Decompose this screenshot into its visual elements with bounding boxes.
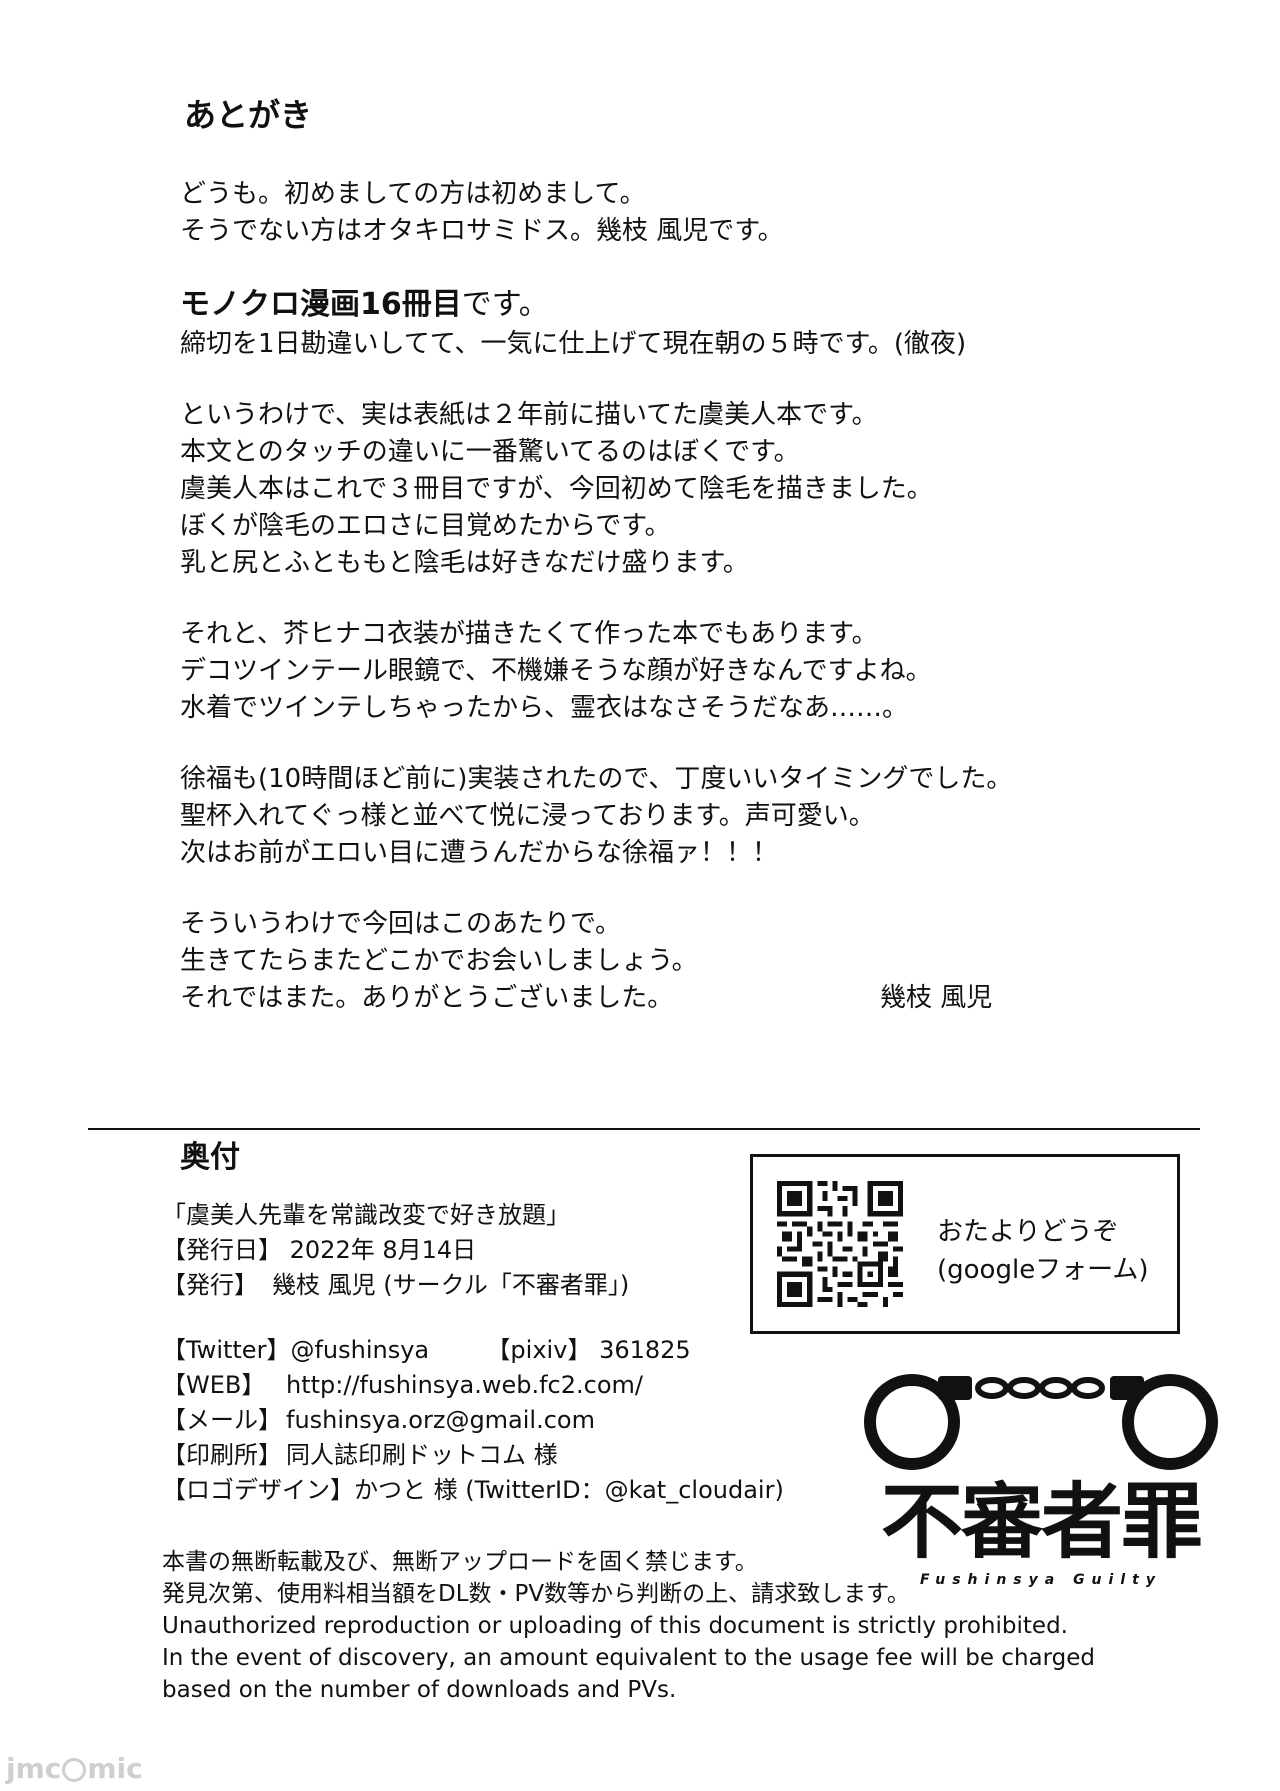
afterword-paragraph-cover: というわけで、実は表紙は２年前に描いてた虞美人本です。 本文とのタッチの違いに一… xyxy=(180,397,1040,582)
afterword-line: そういうわけで今回はこのあたりで。 xyxy=(180,909,621,939)
author-signature: 幾枝 風児 xyxy=(880,983,993,1013)
afterword-line: 生きてたらまたどこかでお会いしましょう。 xyxy=(180,946,698,976)
site-watermark: jmc mic xyxy=(6,1752,143,1785)
contact-box: おたよりどうぞ (googleフォーム) xyxy=(750,1154,1180,1334)
afterword-line: それと、芥ヒナコ衣装が描きたくて作った本でもあります。 xyxy=(180,619,878,649)
notice-line-english: based on the number of downloads and PVs… xyxy=(162,1677,677,1703)
watermark-ring-icon xyxy=(62,1758,87,1782)
afterword-line: 徐福も(10時間ほど前に)実装されたので、丁度いいタイミングでした。 xyxy=(180,764,1013,794)
copyright-notice: 本書の無断転載及び、無断アップロードを固く禁じます。 発見次第、使用料相当額をD… xyxy=(162,1546,1222,1706)
publish-date-value: 2022年 8月14日 xyxy=(289,1236,477,1264)
afterword-paragraph-closing: そういうわけで今回はこのあたりで。 生きてたらまたどこかでお会いしましょう。 そ… xyxy=(180,906,1040,1017)
web-url: http://fushinsya.web.fc2.com/ xyxy=(286,1371,643,1399)
colophon-info: 「虞美人先輩を常識改変で好き放題」 【発行日】 2022年 8月14日 【発行】… xyxy=(162,1198,822,1508)
contact-text: おたよりどうぞ (googleフォーム) xyxy=(937,1213,1167,1289)
afterword-line: というわけで、実は表紙は２年前に描いてた虞美人本です。 xyxy=(180,400,878,430)
notice-line: 発見次第、使用料相当額をDL数・PV数等から判断の上、請求致します。 xyxy=(162,1581,910,1607)
email: 【メール】 fushinsya.orz@gmail.com xyxy=(162,1403,822,1438)
afterword-line: デコツインテール眼鏡で、不機嫌そうな顔が好きなんですよね。 xyxy=(180,656,932,686)
website: 【WEB】 http://fushinsya.web.fc2.com/ xyxy=(162,1368,822,1403)
notice-line: 本書の無断転載及び、無断アップロードを固く禁じます。 xyxy=(162,1549,758,1575)
twitter-handle: @fushinsya xyxy=(290,1336,430,1364)
logo-design-value: かつと 様 (TwitterID：@kat_cloudair) xyxy=(354,1476,784,1504)
section-divider xyxy=(88,1128,1200,1130)
print-value: 同人誌印刷ドットコム 様 xyxy=(286,1441,558,1469)
afterword-line: 次はお前がエロい目に遭うんだからな徐福ァ！！！ xyxy=(180,838,779,868)
contact-line: おたよりどうぞ xyxy=(937,1217,1119,1247)
pixiv-id: 361825 xyxy=(599,1336,691,1364)
notice-line-english: Unauthorized reproduction or uploading o… xyxy=(162,1613,1068,1639)
afterword-emphasis-strong: モノクロ漫画16冊目 xyxy=(180,287,462,322)
qr-code-icon[interactable] xyxy=(777,1181,903,1307)
book-title: 「虞美人先輩を常識改変で好き放題」 xyxy=(162,1201,570,1229)
mail-address: fushinsya.orz@gmail.com xyxy=(286,1406,595,1434)
afterword-line: 虞美人本はこれで３冊目ですが、今回初めて陰毛を描きました。 xyxy=(180,474,933,504)
publish-date-label: 【発行日】 xyxy=(162,1236,282,1264)
afterword-emphasis-rest: です。 xyxy=(461,287,549,322)
web-label: 【WEB】 xyxy=(162,1371,266,1399)
watermark-right: mic xyxy=(87,1752,143,1785)
afterword-title: あとがき xyxy=(184,96,313,134)
watermark-left: jmc xyxy=(6,1752,62,1785)
mail-label: 【メール】 xyxy=(162,1406,282,1434)
afterword-line: 水着でツインテしちゃったから、霊衣はなさそうだなあ……。 xyxy=(180,693,909,723)
afterword-line: 本文とのタッチの違いに一番驚いてるのはぼくです。 xyxy=(180,437,800,467)
afterword-paragraph-greeting: どうも。初めましての方は初めまして。 そうでない方はオタキロサミドス。幾枝 風児… xyxy=(180,176,1040,250)
contact-line-form: (googleフォーム) xyxy=(937,1255,1149,1285)
notice-line-english: In the event of discovery, an amount equ… xyxy=(162,1645,1096,1671)
pixiv-label: 【pixiv】 xyxy=(486,1336,592,1364)
publisher-label: 【発行】 xyxy=(162,1271,258,1299)
afterword-line: 聖杯入れてぐっ様と並べて悦に浸っております。声可愛い。 xyxy=(180,801,875,831)
afterword-signature-line: それではまた。ありがとうございました。 幾枝 風児 xyxy=(180,980,1040,1017)
printer: 【印刷所】 同人誌印刷ドットコム 様 xyxy=(162,1438,822,1473)
publisher: 【発行】 幾枝 風児 (サークル「不審者罪」) xyxy=(162,1268,822,1303)
logo-design-label: 【ロゴデザイン】 xyxy=(162,1476,354,1504)
afterword-paragraph-jofuku: 徐福も(10時間ほど前に)実装されたので、丁度いいタイミングでした。 聖杯入れて… xyxy=(180,761,1040,872)
handcuffs-icon xyxy=(864,1374,1218,1470)
logo-design: 【ロゴデザイン】かつと 様 (TwitterID：@kat_cloudair) xyxy=(162,1473,822,1508)
afterword-line: ぼくが陰毛のエロさに目覚めたからです。 xyxy=(180,511,671,541)
afterword-line: そうでない方はオタキロサミドス。幾枝 風児です。 xyxy=(180,216,784,246)
social-accounts: 【Twitter】@fushinsya 【pixiv】 361825 xyxy=(162,1333,822,1368)
twitter-label: 【Twitter】 xyxy=(162,1336,291,1364)
afterword-paragraph-costume: それと、芥ヒナコ衣装が描きたくて作った本でもあります。 デコツインテール眼鏡で、… xyxy=(180,616,1040,727)
publisher-value: 幾枝 風児 (サークル「不審者罪」) xyxy=(272,1271,630,1299)
afterword-body: どうも。初めましての方は初めまして。 そうでない方はオタキロサミドス。幾枝 風児… xyxy=(180,176,1040,1051)
afterword-line: 締切を1日勘違いしてて、一気に仕上げて現在朝の５時です。(徹夜) xyxy=(180,329,967,359)
afterword-paragraph-count: モノクロ漫画16冊目です。 締切を1日勘違いしてて、一気に仕上げて現在朝の５時で… xyxy=(180,284,1040,363)
publish-date: 【発行日】 2022年 8月14日 xyxy=(162,1233,822,1268)
afterword-line: 乳と尻とふとももと陰毛は好きなだけ盛ります。 xyxy=(180,548,749,578)
colophon-title: 奥付 xyxy=(180,1140,240,1175)
print-label: 【印刷所】 xyxy=(162,1441,282,1469)
afterword-line: どうも。初めましての方は初めまして。 xyxy=(180,179,646,209)
afterword-line: それではまた。ありがとうございました。 xyxy=(180,983,674,1013)
afterword-emphasis-line: モノクロ漫画16冊目です。 xyxy=(180,284,1040,326)
